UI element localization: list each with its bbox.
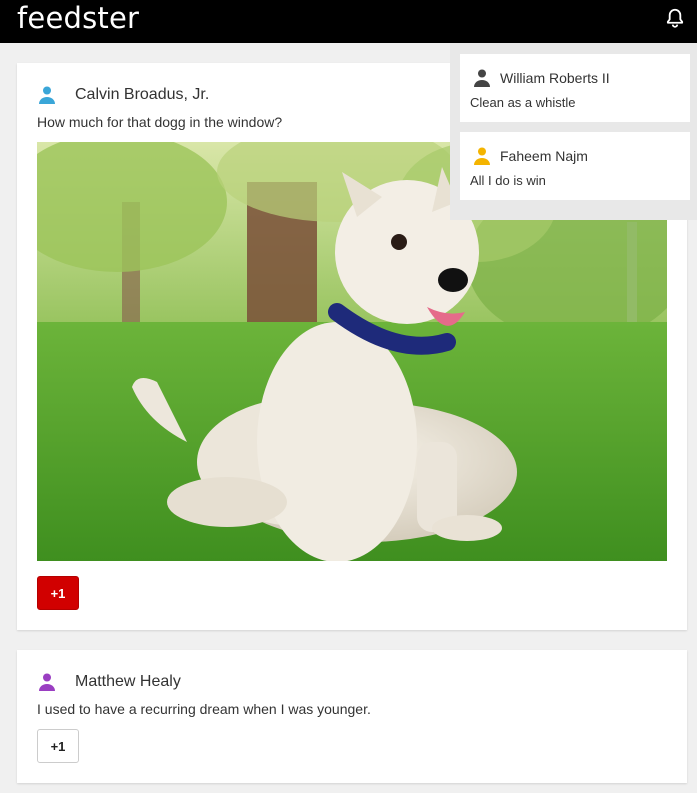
bell-icon[interactable] [664, 7, 686, 29]
post-header: Matthew Healy [37, 672, 181, 692]
notifications-panel: William Roberts II Clean as a whistle Fa… [450, 43, 697, 220]
notification-message: Clean as a whistle [470, 95, 576, 110]
plus-one-button[interactable]: +1 [37, 576, 79, 610]
post-author[interactable]: Calvin Broadus, Jr. [75, 86, 209, 104]
notification-header: William Roberts II [472, 68, 610, 88]
user-avatar-icon [37, 672, 57, 692]
post-author[interactable]: Matthew Healy [75, 673, 181, 691]
post-text: How much for that dogg in the window? [37, 114, 283, 130]
notification-header: Faheem Najm [472, 146, 588, 166]
user-avatar-icon [472, 68, 492, 88]
notification-sender: William Roberts II [500, 70, 610, 86]
user-avatar-icon [472, 146, 492, 166]
notification-message: All I do is win [470, 173, 546, 188]
notification-sender: Faheem Najm [500, 148, 588, 164]
post-card: Matthew Healy I used to have a recurring… [17, 650, 687, 783]
notification-item[interactable]: Faheem Najm All I do is win [460, 132, 690, 200]
plus-one-button[interactable]: +1 [37, 729, 79, 763]
notification-item[interactable]: William Roberts II Clean as a whistle [460, 54, 690, 122]
top-bar: feedster [0, 0, 697, 43]
post-text: I used to have a recurring dream when I … [37, 701, 371, 717]
app-logo[interactable]: feedster [17, 1, 139, 35]
user-avatar-icon [37, 85, 57, 105]
post-header: Calvin Broadus, Jr. [37, 85, 209, 105]
